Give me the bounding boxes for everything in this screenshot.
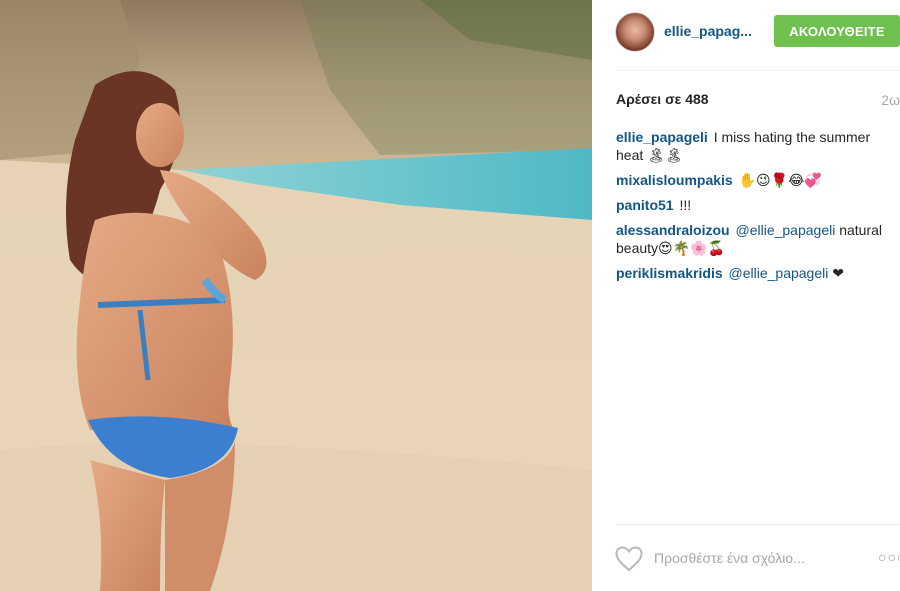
likes-row: Αρέσει σε 488 2ω	[616, 91, 900, 109]
follow-button[interactable]: ΑΚΟΛΟΥΘΕΙΤΕ	[774, 15, 900, 47]
post-timestamp[interactable]: 2ω	[881, 92, 900, 108]
post-photo	[0, 0, 592, 591]
comment-emoji: 🏝🏝	[647, 147, 683, 163]
comment-emoji: 😍🌴🌸🍒	[658, 240, 725, 256]
comment-author[interactable]: ellie_papageli	[616, 129, 708, 145]
comment-input[interactable]	[654, 547, 854, 569]
author-username[interactable]: ellie_papag...	[664, 23, 764, 39]
beach-photo-illustration	[0, 0, 592, 591]
comments-list: ellie_papageli I miss hating the summer …	[616, 128, 896, 289]
post-footer: ○○○	[592, 525, 900, 591]
comment-text: !!!	[679, 197, 692, 213]
comment-mention[interactable]: @ellie_papageli	[735, 222, 835, 238]
comment-emoji: ❤	[832, 265, 844, 281]
comment-author[interactable]: alessandraloizou	[616, 222, 730, 238]
comment: ellie_papageli I miss hating the summer …	[616, 128, 896, 164]
more-dots-icon[interactable]: ○○○	[878, 549, 900, 565]
heart-icon[interactable]	[615, 546, 643, 572]
divider	[616, 70, 900, 71]
likes-count[interactable]: Αρέσει σε 488	[616, 91, 709, 107]
post-sidebar: ellie_papag... ΑΚΟΛΟΥΘΕΙΤΕ Αρέσει σε 488…	[592, 0, 900, 591]
comment-mention[interactable]: @ellie_papageli	[729, 265, 829, 281]
comment-author[interactable]: mixalisloumpakis	[616, 172, 733, 188]
comment: alessandraloizou @ellie_papageli natural…	[616, 221, 896, 257]
comment: mixalisloumpakis ✋😉🌹😂💞	[616, 171, 896, 189]
comment-author[interactable]: panito51	[616, 197, 674, 213]
comment: panito51 !!!	[616, 196, 896, 214]
comment: periklismakridis @ellie_papageli ❤	[616, 264, 896, 282]
comment-author[interactable]: periklismakridis	[616, 265, 723, 281]
post-header: ellie_papag... ΑΚΟΛΟΥΘΕΙΤΕ	[592, 0, 900, 68]
avatar[interactable]	[615, 12, 655, 52]
comment-emoji: ✋😉🌹😂💞	[738, 172, 822, 188]
